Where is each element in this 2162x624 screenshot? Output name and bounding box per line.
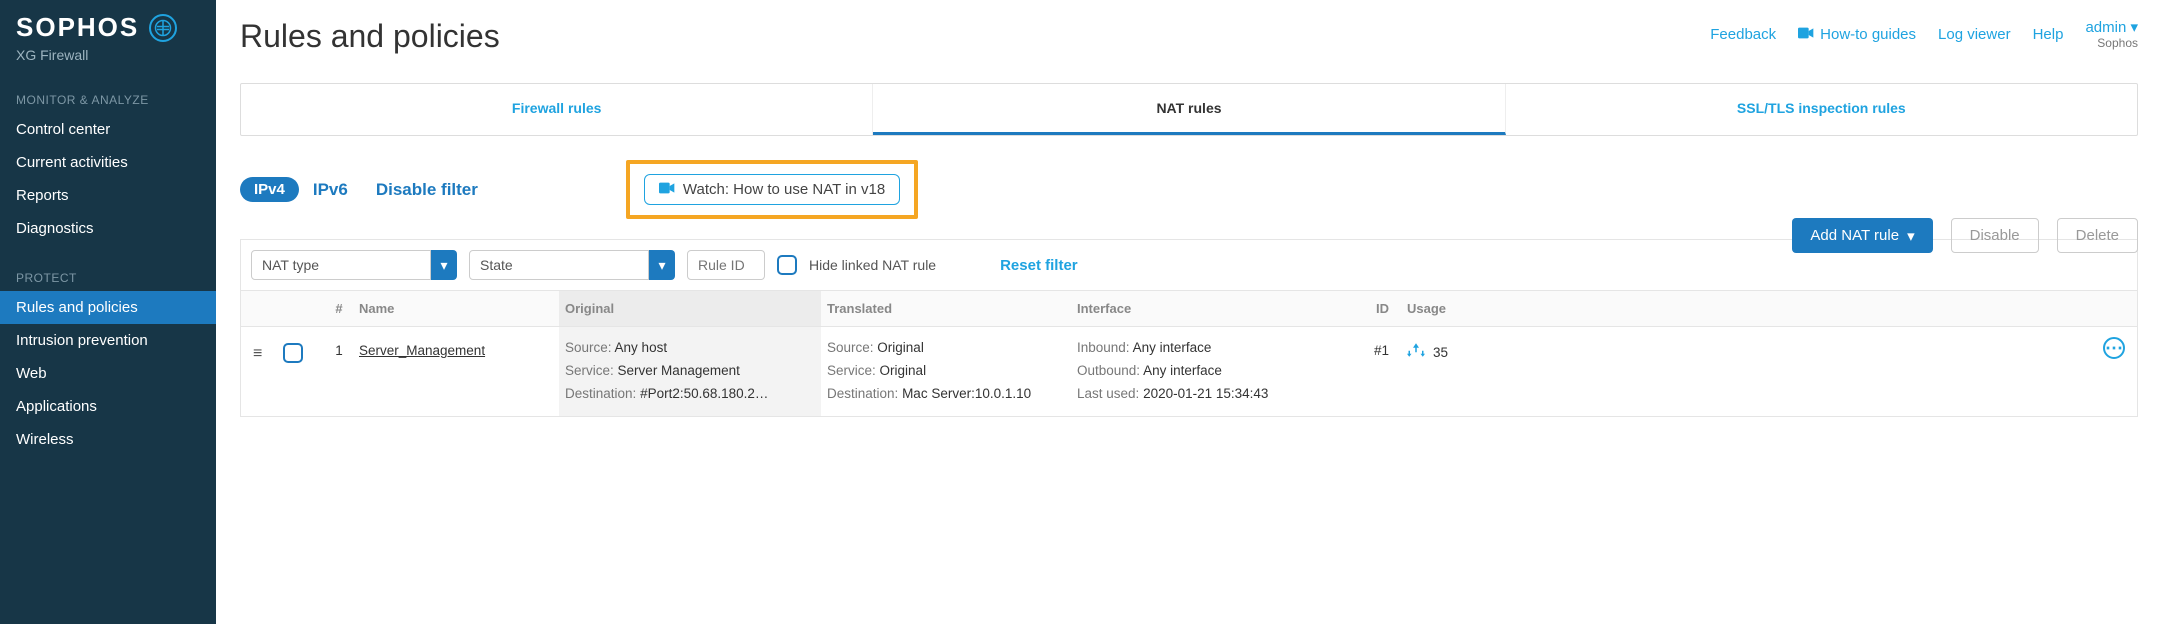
sidebar-item-web[interactable]: Web (0, 357, 216, 390)
rule-id-input[interactable] (687, 250, 765, 280)
disable-filter-link[interactable]: Disable filter (376, 180, 478, 200)
chevron-down-icon: ▾ (431, 250, 457, 280)
chevron-down-icon: ▾ (649, 250, 675, 280)
col-name: Name (359, 301, 559, 316)
state-select[interactable]: State ▾ (469, 250, 675, 280)
sidebar-item-intrusion-prevention[interactable]: Intrusion prevention (0, 324, 216, 357)
delete-button[interactable]: Delete (2057, 218, 2138, 253)
watch-button[interactable]: Watch: How to use NAT in v18 (644, 174, 900, 205)
watch-highlight: Watch: How to use NAT in v18 (626, 160, 918, 219)
ipv6-link[interactable]: IPv6 (313, 180, 348, 200)
row-interface: Inbound: Any interface Outbound: Any int… (1077, 337, 1329, 406)
sidebar-item-current-activities[interactable]: Current activities (0, 146, 216, 179)
row-num: 1 (319, 337, 359, 358)
row-checkbox[interactable] (283, 343, 303, 363)
chevron-down-icon: ▾ (1907, 227, 1915, 245)
tab-nat-rules[interactable]: NAT rules (873, 84, 1505, 135)
feedback-link[interactable]: Feedback (1710, 26, 1776, 43)
tab-firewall-rules[interactable]: Firewall rules (241, 84, 873, 135)
admin-org: Sophos (2085, 36, 2138, 50)
sidebar-item-diagnostics[interactable]: Diagnostics (0, 212, 216, 245)
tabs: Firewall rules NAT rules SSL/TLS inspect… (240, 83, 2138, 136)
row-menu-button[interactable]: ⋯ (2103, 337, 2125, 359)
reset-filter-link[interactable]: Reset filter (1000, 257, 1078, 274)
hide-linked-checkbox[interactable] (777, 255, 797, 275)
howto-label: How-to guides (1820, 26, 1916, 43)
camera-icon (1798, 26, 1814, 43)
row-name[interactable]: Server_Management (359, 337, 559, 358)
sidebar-item-rules-and-policies[interactable]: Rules and policies (0, 291, 216, 324)
row-id: #1 (1329, 337, 1389, 358)
col-num: # (319, 301, 359, 316)
table-row: ≡ 1 Server_Management Source: Any host S… (240, 327, 2138, 417)
nat-type-select[interactable]: NAT type ▾ (251, 250, 457, 280)
col-interface: Interface (1077, 301, 1329, 316)
brand-icon (149, 14, 177, 42)
howto-link[interactable]: How-to guides (1798, 26, 1916, 43)
row-usage: 35 (1389, 337, 1489, 362)
help-link[interactable]: Help (2033, 26, 2064, 43)
hide-linked-label: Hide linked NAT rule (809, 257, 936, 273)
brand-product: XG Firewall (0, 47, 216, 67)
sidebar: SOPHOS XG Firewall MONITOR & ANALYZE Con… (0, 0, 216, 624)
sidebar-item-wireless[interactable]: Wireless (0, 423, 216, 456)
tab-ssl-tls-rules[interactable]: SSL/TLS inspection rules (1506, 84, 2137, 135)
sidebar-item-applications[interactable]: Applications (0, 390, 216, 423)
disable-button[interactable]: Disable (1951, 218, 2039, 253)
drag-handle-icon[interactable]: ≡ (253, 337, 283, 363)
admin-menu[interactable]: admin ▾ (2085, 19, 2138, 36)
page-title: Rules and policies (240, 18, 500, 55)
row-translated: Source: Original Service: Original Desti… (821, 337, 1077, 406)
row-original: Source: Any host Service: Server Managem… (559, 327, 821, 416)
sidebar-section-monitor: MONITOR & ANALYZE (0, 87, 216, 113)
main: Rules and policies Feedback How-to guide… (216, 0, 2162, 624)
table-head: # Name Original Translated Interface ID … (240, 290, 2138, 327)
col-id: ID (1329, 301, 1389, 316)
col-original: Original (559, 291, 821, 326)
col-usage: Usage (1389, 301, 1489, 316)
add-nat-rule-button[interactable]: Add NAT rule ▾ (1792, 218, 1932, 253)
top-right: Feedback How-to guides Log viewer Help a… (1710, 18, 2138, 50)
log-viewer-link[interactable]: Log viewer (1938, 26, 2011, 43)
camera-icon (659, 181, 675, 198)
ipv4-chip[interactable]: IPv4 (240, 177, 299, 202)
brand-name: SOPHOS (16, 12, 139, 43)
usage-icon (1407, 343, 1425, 362)
col-translated: Translated (821, 301, 1077, 316)
sidebar-section-protect: PROTECT (0, 265, 216, 291)
admin-block: admin ▾ Sophos (2085, 18, 2138, 50)
sidebar-item-reports[interactable]: Reports (0, 179, 216, 212)
sidebar-item-control-center[interactable]: Control center (0, 113, 216, 146)
watch-label: Watch: How to use NAT in v18 (683, 181, 885, 198)
